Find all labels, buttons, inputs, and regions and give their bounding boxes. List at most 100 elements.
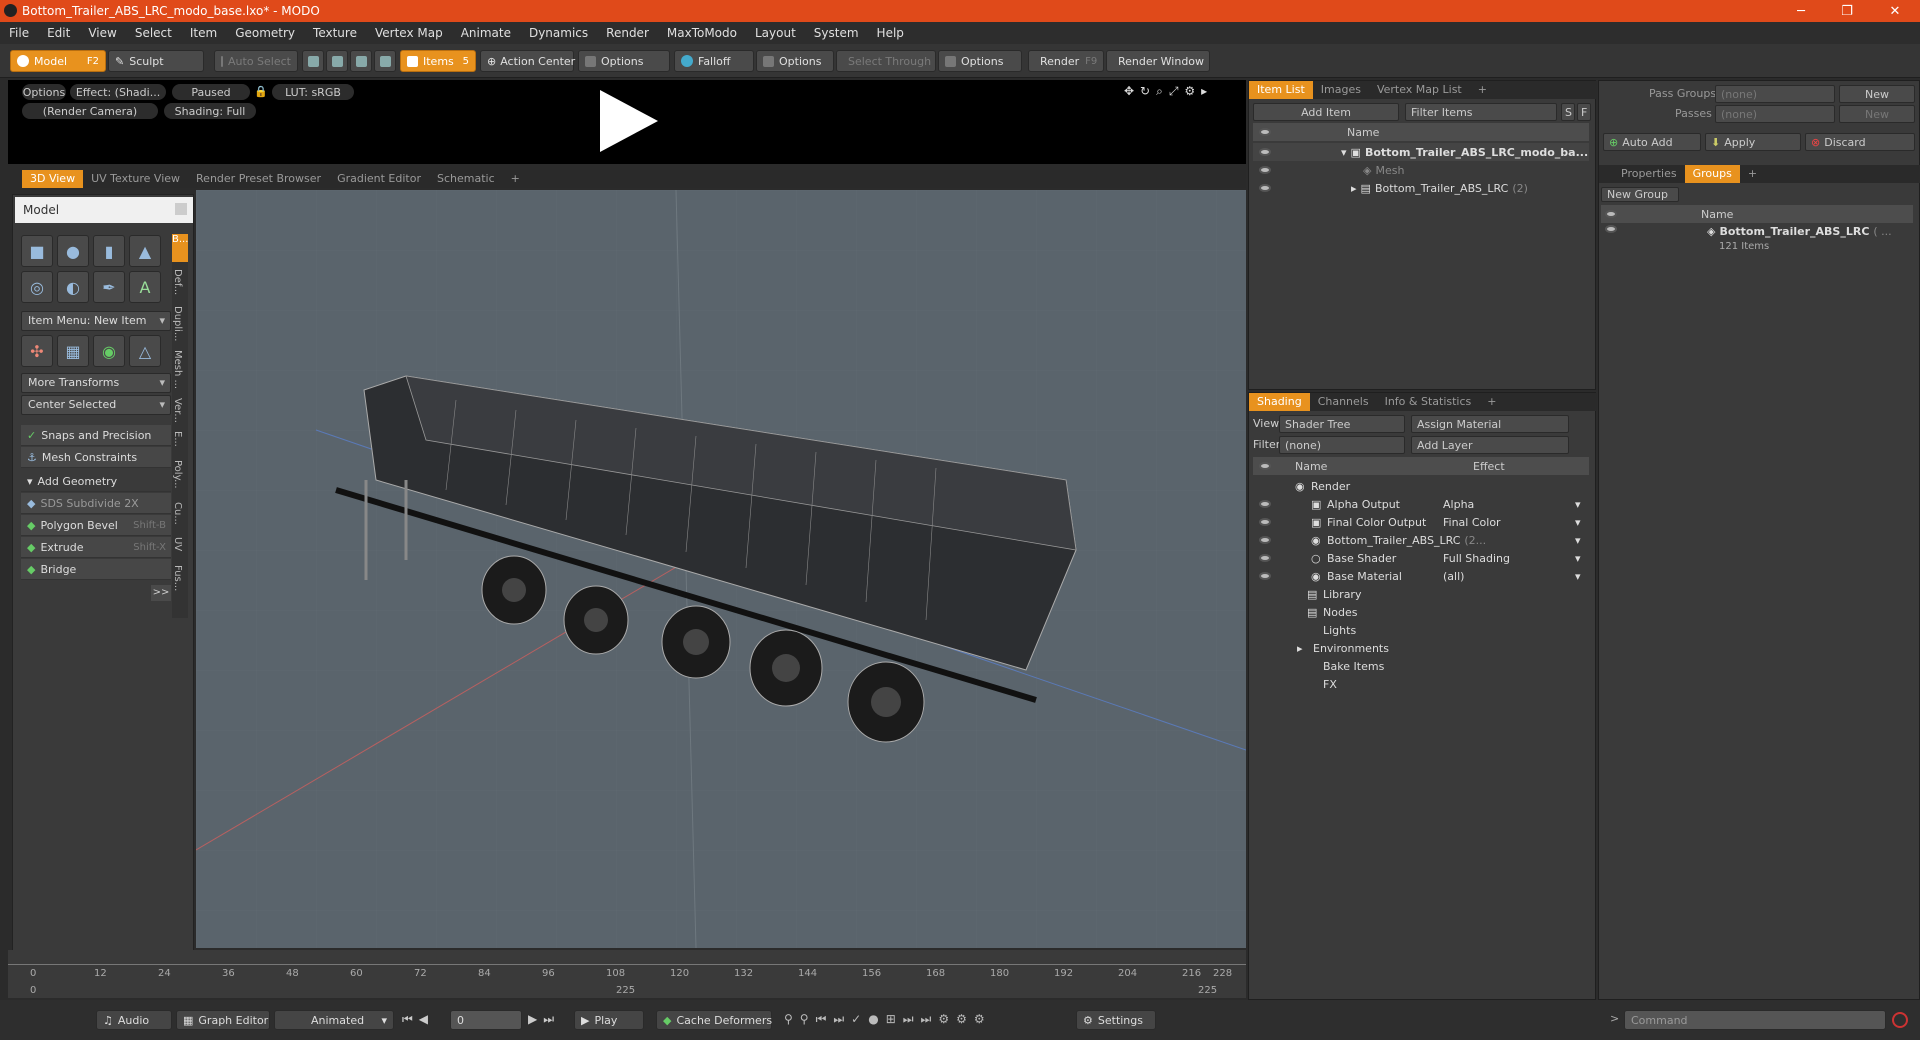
preview-options-button[interactable]: Options <box>22 84 66 100</box>
view-dropdown[interactable]: Shader Tree <box>1279 415 1405 433</box>
cache-deformers-button[interactable]: ◆ Cache Deformers <box>656 1010 772 1030</box>
add-tab-icon[interactable]: + <box>1740 165 1765 183</box>
transport-prev-buttons[interactable]: ⏮◀ <box>402 1012 434 1027</box>
visibility-icon[interactable] <box>1259 572 1271 580</box>
shader-row[interactable]: ▣ Alpha Output Alpha ▾ <box>1253 495 1589 513</box>
search-toggle-s[interactable]: S <box>1561 103 1575 121</box>
visibility-icon[interactable] <box>1259 166 1271 174</box>
pass-groups-dropdown[interactable]: (none) <box>1715 85 1835 103</box>
visibility-icon[interactable] <box>1259 184 1271 192</box>
tab-uv-texture-view[interactable]: UV Texture View <box>83 170 188 188</box>
menu-view[interactable]: View <box>79 26 125 40</box>
falloff-button[interactable]: Falloff <box>674 50 754 72</box>
expand-icon[interactable]: ▸ <box>1351 182 1357 195</box>
center-selected-dropdown[interactable]: Center Selected <box>21 395 171 415</box>
vertices-mode-button[interactable] <box>302 50 324 72</box>
cone-primitive-button[interactable]: ▲ <box>129 235 161 267</box>
visibility-icon[interactable] <box>1259 148 1271 156</box>
settings-button[interactable]: ⚙ Settings <box>1076 1010 1156 1030</box>
tab-render-preset-browser[interactable]: Render Preset Browser <box>188 170 329 188</box>
menu-file[interactable]: File <box>0 26 38 40</box>
auto-select-button[interactable]: Auto Select <box>214 50 298 72</box>
record-icon[interactable] <box>1892 1012 1908 1028</box>
lock-icon[interactable]: 🔒 <box>254 85 268 98</box>
graph-editor-button[interactable]: ▦ Graph Editor <box>176 1010 270 1030</box>
transport-next-buttons[interactable]: ▶⏭ <box>528 1012 560 1027</box>
extrude-button[interactable]: ◆ Extrude Shift-X <box>21 537 171 558</box>
scale-tool-button[interactable]: △ <box>129 335 161 367</box>
tab-properties[interactable]: Properties <box>1613 165 1685 183</box>
filter-items-input[interactable]: Filter Items <box>1405 103 1557 121</box>
render-window-button[interactable]: Render Window <box>1106 50 1210 72</box>
item-row-group[interactable]: ▸ ▤ Bottom_Trailer_ABS_LRC (2) <box>1253 179 1589 197</box>
render-preview[interactable]: Options Effect: (Shadi... Paused 🔒 LUT: … <box>8 80 1246 164</box>
cube-primitive-button[interactable]: ■ <box>21 235 53 267</box>
menu-vertex-map[interactable]: Vertex Map <box>366 26 452 40</box>
shader-row[interactable]: ○ Base Shader Full Shading ▾ <box>1253 549 1589 567</box>
add-tab-icon[interactable]: + <box>1479 393 1504 411</box>
menu-dynamics[interactable]: Dynamics <box>520 26 597 40</box>
preview-camera-dropdown[interactable]: (Render Camera) <box>22 103 158 119</box>
polygon-bevel-button[interactable]: ◆ Polygon Bevel Shift-B <box>21 515 171 536</box>
sculpt-mode-button[interactable]: ✎ Sculpt <box>108 50 204 72</box>
vtab-vertex[interactable]: Ver... <box>172 394 183 426</box>
menu-maxtomodo[interactable]: MaxToModo <box>658 26 746 40</box>
menu-select[interactable]: Select <box>126 26 181 40</box>
cylinder-primitive-button[interactable]: ▮ <box>93 235 125 267</box>
materials-mode-button[interactable] <box>374 50 396 72</box>
visibility-icon[interactable] <box>1259 518 1271 526</box>
key-controls[interactable]: ⚲⚲⏮⏭✓●⊞⏭⏭⚙⚙⚙ <box>784 1012 992 1027</box>
vtab-uv[interactable]: UV <box>172 530 183 558</box>
tab-channels[interactable]: Channels <box>1310 393 1377 411</box>
menu-render[interactable]: Render <box>597 26 658 40</box>
pass-groups-new-button[interactable]: New <box>1839 85 1915 103</box>
add-layer-dropdown[interactable]: Add Layer <box>1411 436 1569 454</box>
visibility-icon[interactable] <box>1259 536 1271 544</box>
tab-info-statistics[interactable]: Info & Statistics <box>1377 393 1480 411</box>
filter-toggle-f[interactable]: F <box>1577 103 1591 121</box>
sds-subdivide-button[interactable]: ◆ SDS Subdivide 2X <box>21 493 171 514</box>
action-center-button[interactable]: ⊕ Action Center <box>480 50 575 72</box>
menu-system[interactable]: System <box>805 26 868 40</box>
preview-paused-button[interactable]: Paused <box>172 84 250 100</box>
add-item-dropdown[interactable]: Add Item <box>1253 103 1399 121</box>
shader-row[interactable]: ▤ Library <box>1253 585 1589 603</box>
menu-help[interactable]: Help <box>868 26 913 40</box>
panel-close-icon[interactable] <box>175 203 187 215</box>
more-transforms-dropdown[interactable]: More Transforms <box>21 373 171 393</box>
menu-layout[interactable]: Layout <box>746 26 805 40</box>
action-center-options-button[interactable]: Options <box>578 50 670 72</box>
preview-effect-dropdown[interactable]: Effect: (Shadi... <box>70 84 166 100</box>
item-row-mesh[interactable]: ◈ Mesh <box>1253 161 1589 179</box>
shader-row[interactable]: ▸ Environments <box>1253 639 1589 657</box>
vtab-fusion[interactable]: Fus... <box>172 558 183 598</box>
passes-dropdown[interactable]: (none) <box>1715 105 1835 123</box>
grid-tool-button[interactable]: ▦ <box>57 335 89 367</box>
play-button[interactable]: ▶ Play <box>574 1010 644 1030</box>
layer-effect[interactable]: (all) <box>1443 570 1464 583</box>
layer-effect[interactable]: Full Shading <box>1443 552 1510 565</box>
shader-row[interactable]: Bake Items <box>1253 657 1589 675</box>
vtab-duplicate[interactable]: Dupli... <box>172 302 183 346</box>
tab-vertex-map-list[interactable]: Vertex Map List <box>1369 81 1470 99</box>
visibility-icon[interactable] <box>1259 500 1271 508</box>
timeline[interactable]: 0 12 24 36 48 60 72 84 96 108 120 132 144 156 168 180 19… <box>8 950 1246 998</box>
effect-dropdown-arrow-icon[interactable]: ▾ <box>1575 570 1581 583</box>
apply-button[interactable]: ⬇ Apply <box>1705 133 1801 151</box>
select-options-button[interactable]: Options <box>938 50 1022 72</box>
edges-mode-button[interactable] <box>326 50 348 72</box>
layer-effect[interactable]: Alpha <box>1443 498 1474 511</box>
vtab-polygon[interactable]: Poly... <box>172 452 183 496</box>
menu-geometry[interactable]: Geometry <box>226 26 304 40</box>
menu-animate[interactable]: Animate <box>452 26 520 40</box>
item-row-scene[interactable]: ▾ ▣ Bottom_Trailer_ABS_LRC_modo_ba... <box>1253 143 1589 161</box>
effect-dropdown-arrow-icon[interactable]: ▾ <box>1575 498 1581 511</box>
tab-images[interactable]: Images <box>1313 81 1369 99</box>
passes-new-button[interactable]: New <box>1839 105 1915 123</box>
layer-effect[interactable]: Final Color <box>1443 516 1501 529</box>
shader-row[interactable]: ▤ Nodes <box>1253 603 1589 621</box>
tab-shading[interactable]: Shading <box>1249 393 1310 411</box>
shader-row[interactable]: ▣ Final Color Output Final Color ▾ <box>1253 513 1589 531</box>
tab-gradient-editor[interactable]: Gradient Editor <box>329 170 429 188</box>
command-input[interactable]: Command <box>1624 1010 1886 1030</box>
